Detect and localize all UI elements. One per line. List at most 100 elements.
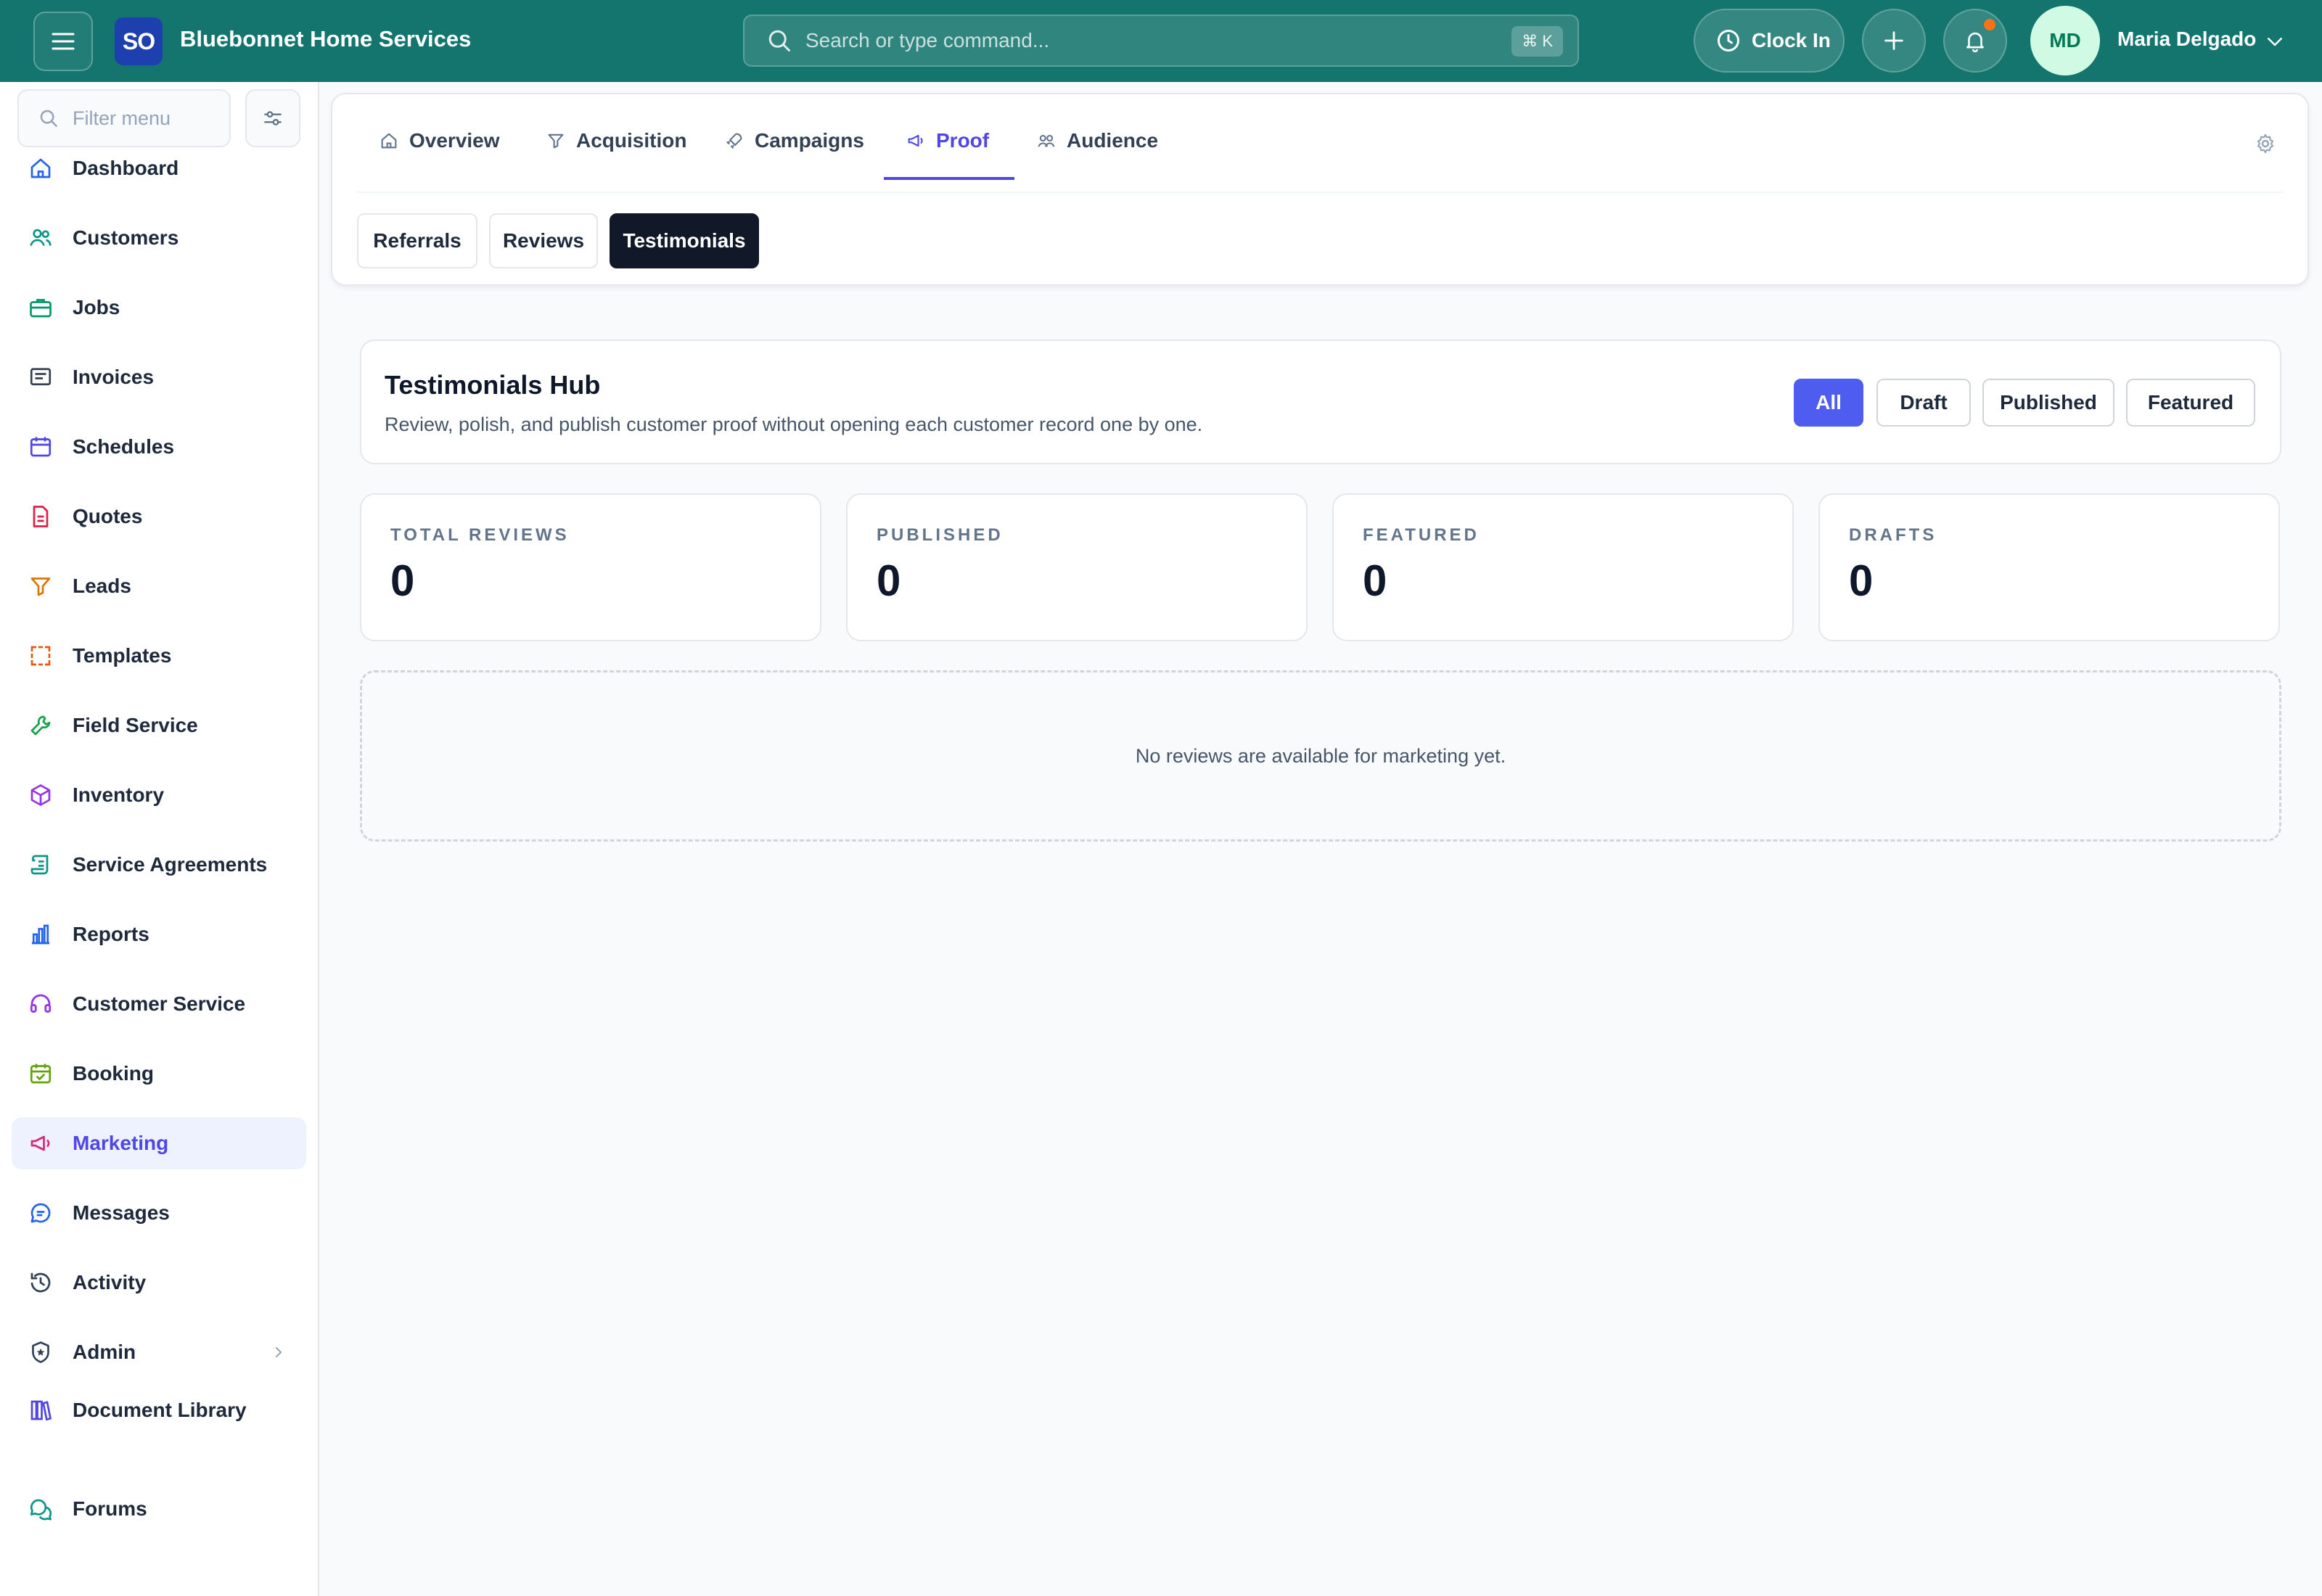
brand-name[interactable]: Bluebonnet Home Services	[180, 26, 471, 52]
section-tabs-card: Overview Acquisition Campaigns Proof Aud…	[331, 93, 2309, 286]
clock-in-button[interactable]: Clock In	[1694, 9, 1845, 73]
command-search[interactable]: Search or type command... ⌘ K	[743, 15, 1579, 67]
stat-value: 0	[877, 556, 901, 605]
filter-featured-button[interactable]: Featured	[2126, 379, 2255, 427]
sidebar-item-label: Customers	[73, 226, 179, 249]
sidebar-item-dashboard[interactable]: Dashboard	[12, 142, 306, 194]
add-button[interactable]	[1862, 9, 1926, 73]
subtab-referrals[interactable]: Referrals	[357, 213, 477, 268]
search-icon	[40, 110, 57, 127]
stat-value: 0	[390, 556, 415, 605]
subtab-testimonials[interactable]: Testimonials	[610, 213, 759, 268]
filter-all-button[interactable]: All	[1794, 379, 1863, 427]
sidebar-item-label: Jobs	[73, 296, 120, 318]
sidebar-item-label: Document Library	[73, 1399, 247, 1421]
tab-label: Campaigns	[755, 129, 864, 152]
sidebar-item-customer-service[interactable]: Customer Service	[12, 978, 306, 1030]
sidebar-item-messages[interactable]: Messages	[12, 1187, 306, 1239]
document-icon	[33, 506, 49, 527]
funnel-icon	[548, 133, 564, 149]
invoice-icon	[30, 368, 52, 386]
chevron-right-icon[interactable]	[270, 1344, 287, 1361]
filter-menu-input[interactable]: Filter menu	[17, 89, 231, 147]
sidebar-item-label: Booking	[73, 1062, 154, 1085]
sidebar-item-label: Inventory	[73, 783, 165, 806]
user-name[interactable]: Maria Delgado	[2117, 28, 2256, 51]
sidebar-item-label: Service Agreements	[73, 853, 268, 876]
sidebar-item-document-library[interactable]: Document Library	[12, 1384, 306, 1436]
tab-overview[interactable]: Overview	[379, 116, 500, 165]
stat-value: 0	[1849, 556, 1874, 605]
sidebar-item-label: Activity	[73, 1271, 147, 1293]
bar-chart-icon	[32, 924, 49, 945]
brand-logo[interactable]: SO	[115, 17, 163, 65]
sidebar-item-label: Reports	[73, 923, 149, 945]
sidebar-item-templates[interactable]: Templates	[12, 630, 306, 682]
search-placeholder: Search or type command...	[805, 29, 1050, 52]
sidebar-item-label: Messages	[73, 1201, 170, 1224]
sidebar-item-quotes[interactable]: Quotes	[12, 490, 306, 543]
template-icon	[30, 646, 51, 666]
sidebar: Filter menu Dashboard Customers Jobs Invoic…	[0, 82, 319, 1596]
stat-card-drafts: DRAFTS 0	[1818, 493, 2280, 641]
sidebar-item-label: Forums	[73, 1497, 147, 1520]
tab-acquisition[interactable]: Acquisition	[546, 116, 686, 165]
megaphone-icon	[30, 1135, 50, 1151]
forum-icon	[30, 1499, 52, 1521]
headset-icon	[30, 994, 52, 1013]
sidebar-item-label: Leads	[73, 575, 131, 597]
tab-proof[interactable]: Proof	[906, 116, 989, 165]
sliders-icon	[264, 111, 282, 126]
subtab-reviews[interactable]: Reviews	[489, 213, 598, 268]
sidebar-item-forums[interactable]: Forums	[12, 1483, 306, 1535]
tab-label: Overview	[409, 129, 500, 152]
sidebar-item-field-service[interactable]: Field Service	[12, 699, 306, 752]
funnel-icon	[30, 577, 51, 596]
sidebar-item-schedules[interactable]: Schedules	[12, 421, 306, 473]
chevron-down-icon[interactable]	[2264, 30, 2286, 52]
filter-published-button[interactable]: Published	[1982, 379, 2114, 427]
divider	[357, 192, 2283, 193]
sidebar-item-booking[interactable]: Booking	[12, 1048, 306, 1100]
tab-campaigns[interactable]: Campaigns	[724, 116, 864, 165]
calendar-icon	[30, 437, 52, 457]
tab-audience[interactable]: Audience	[1036, 116, 1158, 165]
gear-icon[interactable]	[2254, 132, 2277, 155]
sidebar-item-invoices[interactable]: Invoices	[12, 351, 306, 403]
sidebar-item-leads[interactable]: Leads	[12, 560, 306, 612]
tab-label: Acquisition	[576, 129, 687, 152]
stat-value: 0	[1363, 556, 1387, 605]
menu-toggle-button[interactable]	[33, 12, 93, 71]
sidebar-item-activity[interactable]: Activity	[12, 1256, 306, 1309]
sidebar-item-jobs[interactable]: Jobs	[12, 281, 306, 334]
sidebar-item-customers[interactable]: Customers	[12, 212, 306, 264]
sidebar-item-reports[interactable]: Reports	[12, 908, 306, 961]
home-icon	[30, 158, 51, 178]
shield-icon	[32, 1341, 49, 1363]
sidebar-item-label: Dashboard	[73, 157, 179, 179]
testimonials-hub-card: Testimonials Hub Review, polish, and pub…	[360, 340, 2281, 464]
stat-label: TOTAL REVIEWS	[390, 525, 570, 545]
plus-icon	[1884, 31, 1903, 50]
sidebar-item-service-agreements[interactable]: Service Agreements	[12, 839, 306, 891]
wrench-icon	[30, 715, 51, 736]
sidebar-item-admin[interactable]: Admin	[12, 1326, 306, 1378]
box-icon	[30, 784, 51, 806]
sidebar-item-label: Marketing	[73, 1132, 169, 1154]
tab-label: Proof	[936, 129, 990, 152]
page-subtitle: Review, polish, and publish customer pro…	[385, 414, 1203, 435]
users-icon	[30, 229, 52, 246]
avatar[interactable]: MD	[2030, 6, 2100, 75]
active-tab-indicator	[884, 177, 1014, 180]
notifications-button[interactable]	[1943, 9, 2007, 73]
audience-icon	[1038, 134, 1055, 147]
search-icon	[768, 30, 790, 52]
menu-settings-button[interactable]	[245, 89, 300, 147]
history-icon	[30, 1272, 51, 1293]
filter-draft-button[interactable]: Draft	[1876, 379, 1971, 427]
briefcase-icon	[30, 299, 52, 318]
sidebar-item-inventory[interactable]: Inventory	[12, 769, 306, 821]
page-title: Testimonials Hub	[385, 370, 601, 400]
empty-state-message: No reviews are available for marketing y…	[1135, 744, 1506, 767]
sidebar-item-marketing[interactable]: Marketing	[12, 1117, 306, 1169]
